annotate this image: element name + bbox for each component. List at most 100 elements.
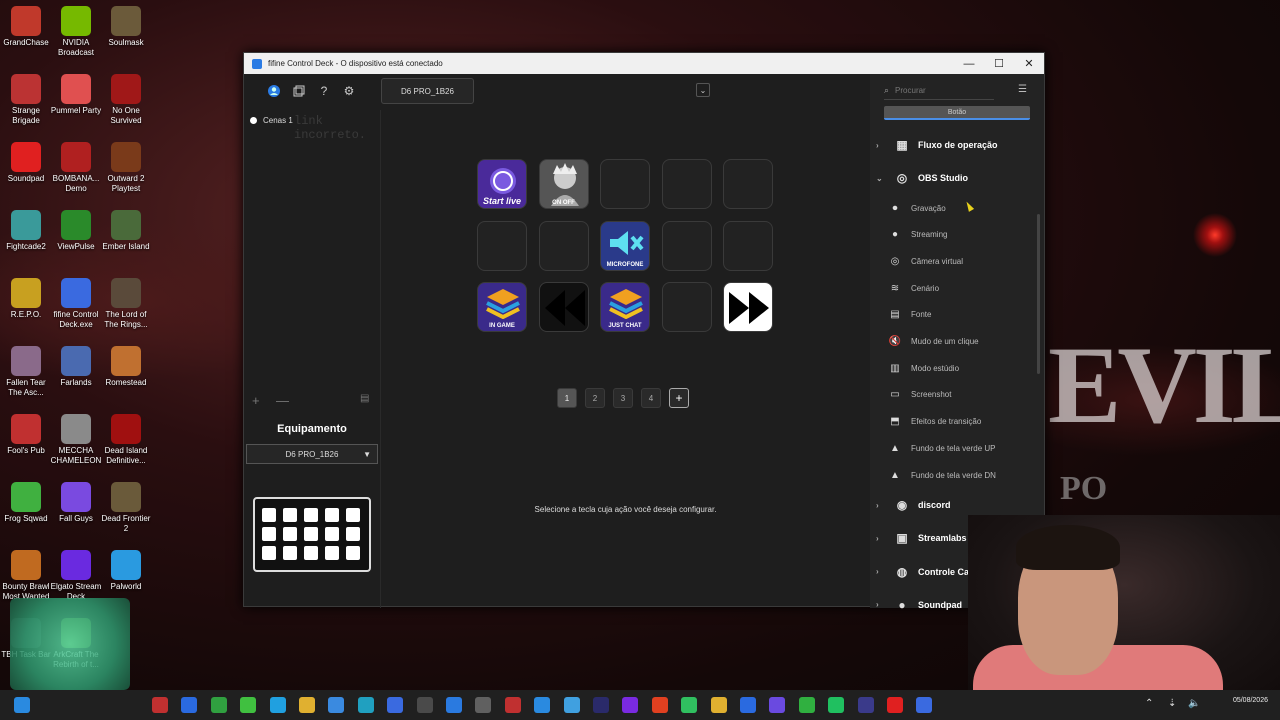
desktop-icon[interactable]: Ember Island (100, 204, 152, 252)
page-button[interactable]: 2 (585, 388, 605, 408)
add-scene-button[interactable]: + (252, 393, 260, 408)
desktop-icon[interactable]: Fightcade2 (0, 204, 52, 252)
deck-key[interactable]: Start live (477, 159, 527, 209)
desktop-icon[interactable]: Outward 2 Playtest (100, 136, 152, 194)
chevron-down-icon[interactable]: ⌄ (696, 83, 710, 97)
taskbar-app-icon[interactable] (328, 697, 345, 713)
search-field[interactable]: ⌕ Procurar (884, 82, 994, 100)
category-fluxo-de-operação[interactable]: › ▦ Fluxo de operação (870, 132, 1044, 158)
taskbar-app-icon[interactable] (534, 697, 551, 713)
network-icon[interactable]: ⇣ (1168, 698, 1176, 709)
desktop-icon[interactable]: Strange Brigade (0, 68, 52, 126)
desktop-icon[interactable]: GrandChase (0, 0, 52, 48)
title-bar[interactable]: fifine Control Deck - O dispositivo está… (244, 53, 1044, 74)
desktop-icon[interactable]: Farlands (50, 340, 102, 388)
taskbar-app-icon[interactable] (446, 697, 462, 713)
action-item[interactable]: ◎ Câmera virtual (888, 249, 1038, 273)
device-tab[interactable]: D6 PRO_1B26 (381, 78, 474, 104)
taskbar-app-icon[interactable] (857, 697, 874, 713)
action-item[interactable]: ● Streaming (888, 223, 1038, 247)
taskbar-app-icon[interactable] (387, 697, 404, 713)
taskbar-app-icon[interactable] (152, 697, 168, 713)
desktop-icon[interactable]: No One Survived (100, 68, 152, 126)
taskbar-app-icon[interactable] (357, 697, 374, 713)
taskbar-app-icon[interactable] (504, 697, 521, 713)
taskbar-app-icon[interactable] (416, 697, 433, 713)
desktop-icon[interactable]: NVIDIA Broadcast (50, 0, 102, 58)
taskbar-app-icon[interactable] (651, 697, 668, 713)
layers-icon[interactable] (291, 83, 307, 99)
desktop-icon[interactable]: Dead Frontier 2 (100, 476, 152, 534)
deck-key[interactable] (723, 159, 773, 209)
settings-icon[interactable]: ⚙ (341, 83, 357, 99)
list-view-icon[interactable]: ☰ (1018, 84, 1027, 95)
taskbar-app-icon[interactable] (769, 697, 786, 713)
desktop-icon[interactable]: Fallen Tear The Asc... (0, 340, 52, 398)
deck-key[interactable] (600, 159, 650, 209)
action-item[interactable]: ≋ Cenário (888, 276, 1038, 300)
deck-key[interactable] (723, 282, 773, 332)
taskbar-app-icon[interactable] (593, 697, 609, 713)
clock[interactable]: 05/08/2026 (1233, 695, 1268, 706)
desktop-icon[interactable]: Fool's Pub (0, 408, 52, 456)
deck-key[interactable]: MICROFONE (600, 220, 650, 271)
taskbar-app-icon[interactable] (681, 697, 698, 713)
taskbar-app-icon[interactable] (798, 697, 815, 713)
action-item[interactable]: ⬒ Efeitos de transição (888, 410, 1038, 434)
action-item[interactable]: ▲ Fundo de tela verde UP (888, 436, 1038, 460)
page-button[interactable]: 3 (613, 388, 633, 408)
profile-icon[interactable] (266, 83, 282, 99)
deck-key[interactable]: IN GAME (477, 282, 527, 332)
action-item[interactable]: ▤ Fonte (888, 303, 1038, 327)
deck-key[interactable] (538, 220, 589, 271)
desktop-icon[interactable]: Soundpad (0, 136, 52, 184)
start-button[interactable] (14, 697, 30, 713)
taskbar-app-icon[interactable] (740, 697, 756, 713)
desktop-icon[interactable]: R.E.P.O. (0, 272, 52, 320)
close-button[interactable]: ✕ (1014, 53, 1044, 74)
page-button[interactable]: 4 (641, 388, 661, 408)
desktop-icon[interactable]: Elgato Stream Deck (50, 544, 102, 602)
taskbar-app-icon[interactable] (710, 697, 727, 713)
deck-key[interactable]: ON OFF (538, 159, 589, 209)
deck-key[interactable] (661, 220, 712, 271)
taskbar-app-icon[interactable] (181, 697, 198, 713)
category-obs-studio[interactable]: ⌄ ◎ OBS Studio (870, 165, 1044, 191)
deck-key[interactable] (661, 159, 712, 209)
action-item[interactable]: 🔇 Mudo de um clique (888, 330, 1038, 354)
desktop-icon[interactable]: ViewPulse (50, 204, 102, 252)
device-select[interactable]: D6 PRO_1B26 ▼ (246, 444, 378, 464)
desktop-icon[interactable]: fifine Control Deck.exe (50, 272, 102, 330)
deck-key[interactable] (477, 220, 527, 271)
action-item[interactable]: ⏺ Gravação (888, 196, 1038, 220)
remove-scene-button[interactable]: — (276, 393, 289, 408)
page-button[interactable]: 1 (557, 388, 577, 408)
minimize-button[interactable]: — (954, 53, 984, 74)
desktop-icon[interactable]: Bounty Brawl Most Wanted (0, 544, 52, 602)
chevron-up-icon[interactable]: ⌃ (1145, 698, 1153, 709)
scene-item[interactable]: Cenas 1 (250, 116, 293, 125)
scene-settings-icon[interactable]: ▤ (360, 393, 369, 404)
taskbar-app-icon[interactable] (916, 697, 933, 713)
desktop-icon[interactable]: Dead Island Definitive... (100, 408, 152, 466)
device-layout-thumbnail[interactable] (253, 497, 371, 572)
desktop-icon[interactable]: BOMBANA... Demo (50, 136, 102, 194)
desktop-icon[interactable]: MECCHA CHAMELEON (50, 408, 102, 466)
taskbar-app-icon[interactable] (210, 697, 227, 713)
taskbar-app-icon[interactable] (475, 697, 492, 713)
desktop-icon[interactable]: Fall Guys (50, 476, 102, 524)
deck-key[interactable]: JUST CHAT (600, 282, 650, 332)
taskbar-app-icon[interactable] (887, 697, 903, 713)
maximize-button[interactable]: ☐ (984, 53, 1014, 74)
desktop-icon[interactable]: Romestead (100, 340, 152, 388)
add-page-button[interactable]: + (669, 388, 689, 408)
help-icon[interactable]: ? (316, 83, 332, 99)
deck-key[interactable] (723, 220, 773, 271)
deck-key[interactable] (661, 282, 712, 332)
taskbar-app-icon[interactable] (299, 697, 315, 713)
deck-key[interactable] (538, 282, 589, 332)
taskbar-app-icon[interactable] (269, 697, 286, 713)
desktop-icon[interactable]: Pummel Party (50, 68, 102, 116)
taskbar-app-icon[interactable] (563, 697, 580, 713)
tab-button[interactable]: Botão (884, 106, 1030, 120)
